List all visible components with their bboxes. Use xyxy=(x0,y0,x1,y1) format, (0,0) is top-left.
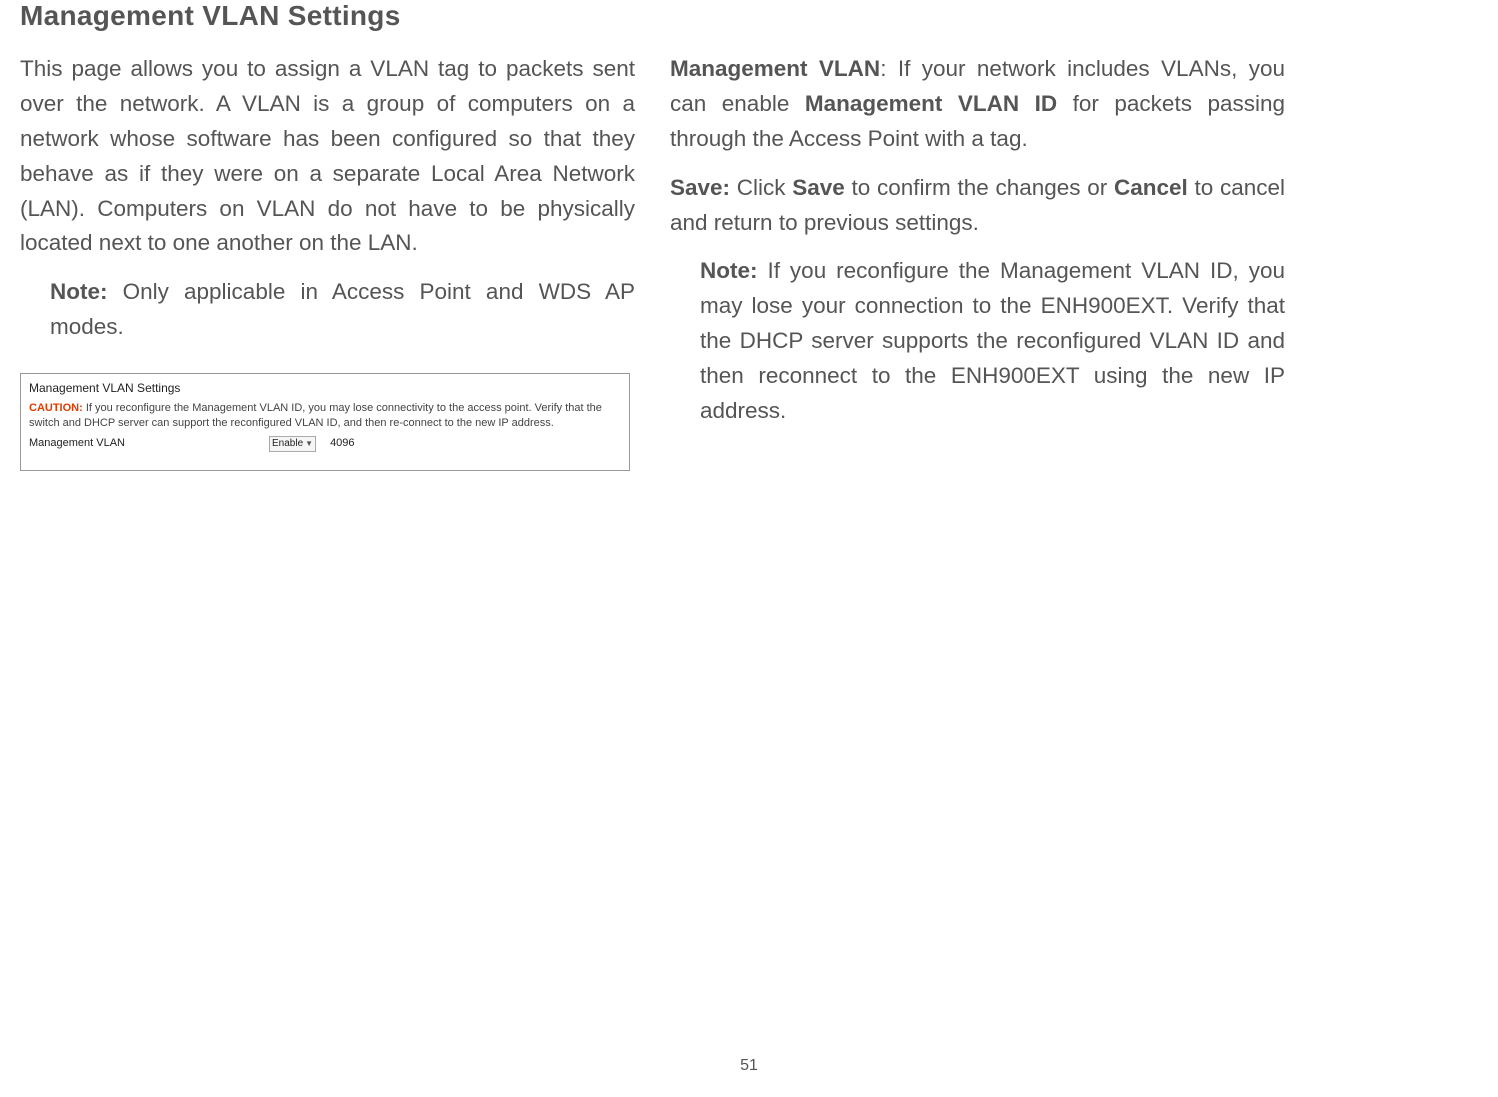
note-text-right: If you reconfigure the Management VLAN I… xyxy=(700,258,1285,423)
caution-line: CAUTION: If you reconfigure the Manageme… xyxy=(29,401,621,432)
note-text: Only applicable in Access Point and WDS … xyxy=(50,279,635,339)
save-bold: Save xyxy=(792,175,845,200)
enable-dropdown-value: Enable xyxy=(272,437,303,451)
page-number: 51 xyxy=(740,1057,758,1075)
settings-screenshot-panel: Management VLAN Settings CAUTION: If you… xyxy=(20,373,630,471)
screenshot-heading: Management VLAN Settings xyxy=(29,380,621,397)
note-label-right: Note: xyxy=(700,258,758,283)
mgmt-vlan-id-bold: Management VLAN ID xyxy=(805,91,1057,116)
intro-paragraph: This page allows you to assign a VLAN ta… xyxy=(20,52,635,261)
save-text-pre: Click xyxy=(730,175,792,200)
save-paragraph: Save: Click Save to confirm the changes … xyxy=(670,171,1285,241)
chevron-down-icon: ▼ xyxy=(305,438,313,449)
right-column: Management VLAN: If your network include… xyxy=(670,52,1285,471)
note-block-left: Note: Only applicable in Access Point an… xyxy=(20,275,635,345)
save-text-mid: to confirm the changes or xyxy=(845,175,1114,200)
two-column-layout: This page allows you to assign a VLAN ta… xyxy=(20,52,1478,471)
note-label: Note: xyxy=(50,279,108,304)
mgmt-vlan-row: Management VLAN Enable ▼ 4096 xyxy=(29,436,621,452)
enable-dropdown[interactable]: Enable ▼ xyxy=(269,436,316,452)
note-block-right: Note: If you reconfigure the Management … xyxy=(670,254,1285,428)
caution-label: CAUTION: xyxy=(29,402,83,414)
page-title: Management VLAN Settings xyxy=(20,0,1478,32)
caution-text: If you reconfigure the Management VLAN I… xyxy=(29,402,602,429)
left-column: This page allows you to assign a VLAN ta… xyxy=(20,52,635,471)
vlan-id-value: 4096 xyxy=(330,436,354,451)
mgmt-vlan-row-label: Management VLAN xyxy=(29,436,259,451)
cancel-bold: Cancel xyxy=(1114,175,1188,200)
save-label: Save: xyxy=(670,175,730,200)
mgmt-vlan-label: Management VLAN xyxy=(670,56,880,81)
mgmt-vlan-paragraph: Management VLAN: If your network include… xyxy=(670,52,1285,157)
